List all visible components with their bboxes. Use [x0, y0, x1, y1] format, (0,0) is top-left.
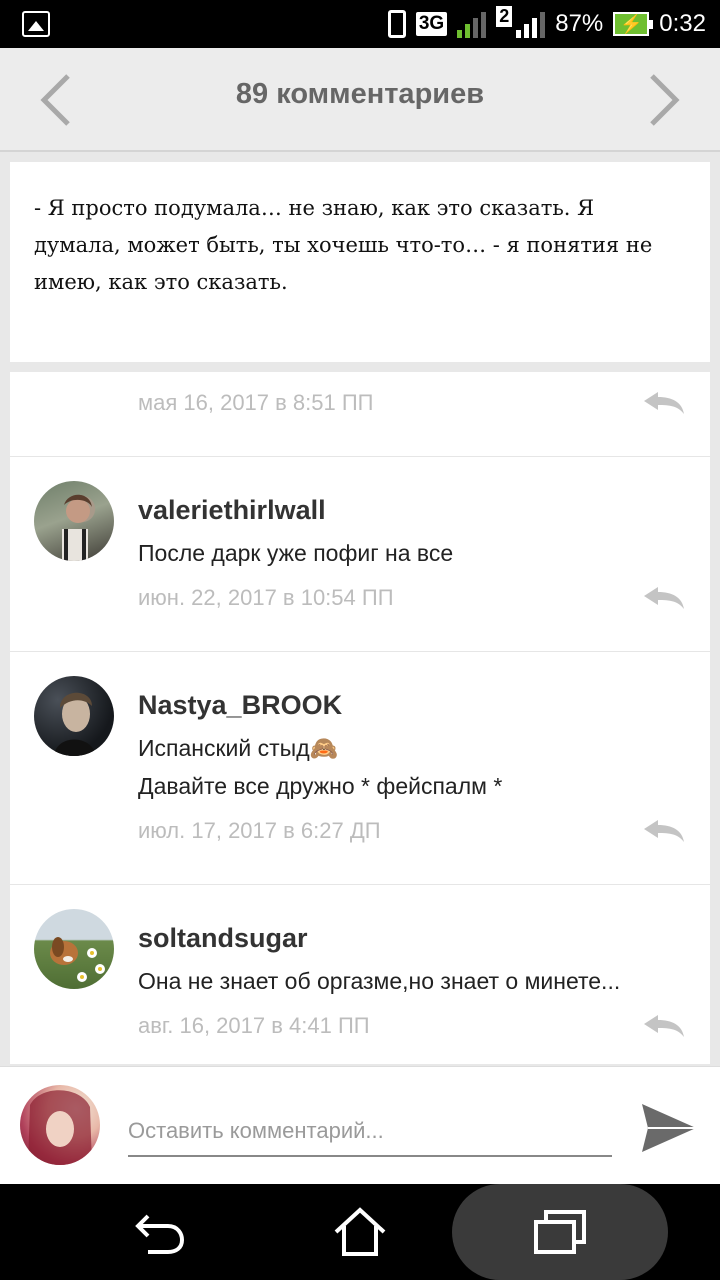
- comment-date: авг. 16, 2017 в 4:41 ПП: [138, 1013, 370, 1038]
- comment-text: Она не знает об оргазме,но знает о минет…: [138, 968, 621, 994]
- battery-charging-icon: ⚡: [613, 12, 654, 36]
- comment-date: июн. 22, 2017 в 10:54 ПП: [138, 585, 394, 610]
- comment-text: После дарк уже пофиг на все: [138, 540, 454, 566]
- reply-icon[interactable]: [642, 390, 686, 416]
- page-title: 89 комментариев: [235, 78, 485, 110]
- story-excerpt: - Я просто подумала… не знаю, как это ск…: [10, 162, 710, 362]
- avatar[interactable]: [34, 909, 114, 989]
- reply-icon[interactable]: [642, 818, 686, 844]
- clock: 0:32: [659, 10, 706, 37]
- comments-list[interactable]: мая 16, 2017 в 8:51 ПП valeriethirlwall …: [10, 372, 710, 1064]
- vibrate-icon: [387, 10, 406, 38]
- comment-item: мая 16, 2017 в 8:51 ПП: [10, 372, 710, 457]
- avatar[interactable]: [34, 676, 114, 756]
- battery-percent: 87%: [555, 10, 604, 37]
- status-icons: 3G 2 87% ⚡ 0:32: [387, 0, 706, 48]
- comments-header: 89 комментариев: [0, 48, 720, 152]
- back-icon[interactable]: [132, 1206, 188, 1258]
- comment-date: июл. 17, 2017 в 6:27 ДП: [138, 818, 381, 843]
- signal-sim2-icon: [516, 10, 546, 38]
- current-user-avatar[interactable]: [20, 1085, 100, 1165]
- comment-author[interactable]: valeriethirlwall: [138, 495, 326, 526]
- comment-item: Nastya_BROOK Испанский стыд🙈 Давайте все…: [10, 652, 710, 885]
- comment-input[interactable]: [128, 1107, 612, 1157]
- network-type: 3G: [415, 12, 448, 36]
- comment-text-line-1: Испанский стыд🙈: [138, 735, 339, 761]
- excerpt-text: - Я просто подумала… не знаю, как это ск…: [34, 196, 653, 294]
- reply-icon[interactable]: [642, 1013, 686, 1039]
- comment-item: valeriethirlwall После дарк уже пофиг на…: [10, 457, 710, 652]
- system-nav-bar: [0, 1184, 720, 1280]
- comment-date: мая 16, 2017 в 8:51 ПП: [138, 390, 374, 415]
- reply-icon[interactable]: [642, 585, 686, 611]
- status-bar: 3G 2 87% ⚡ 0:32: [0, 0, 720, 48]
- sim-slot-label: 2: [496, 6, 513, 27]
- send-icon[interactable]: [640, 1102, 698, 1154]
- comment-composer: [0, 1066, 720, 1184]
- recent-apps-icon[interactable]: [532, 1206, 588, 1258]
- signal-sim1-icon: [457, 10, 487, 38]
- comment-author[interactable]: Nastya_BROOK: [138, 690, 342, 721]
- comment-text-line-2: Давайте все дружно * фейспалм *: [138, 773, 503, 799]
- avatar[interactable]: [34, 481, 114, 561]
- comment-author[interactable]: soltandsugar: [138, 923, 308, 954]
- home-icon[interactable]: [332, 1206, 388, 1258]
- comment-item: soltandsugar Она не знает об оргазме,но …: [10, 885, 710, 1064]
- chevron-right-icon[interactable]: [644, 72, 684, 128]
- gallery-notification-icon: [22, 11, 50, 37]
